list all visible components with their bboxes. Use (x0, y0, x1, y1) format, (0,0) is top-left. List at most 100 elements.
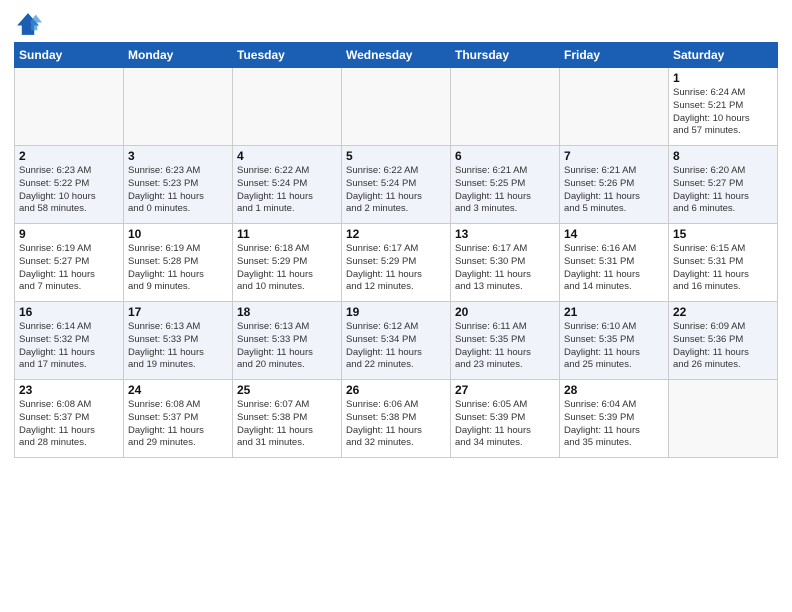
week-row-4: 16 Sunrise: 6:14 AM Sunset: 5:32 PM Dayli… (15, 302, 778, 380)
calendar-cell: 16 Sunrise: 6:14 AM Sunset: 5:32 PM Dayli… (15, 302, 124, 380)
week-row-1: 1 Sunrise: 6:24 AM Sunset: 5:21 PM Daylig… (15, 68, 778, 146)
day-info: Sunrise: 6:08 AM Sunset: 5:37 PM Dayligh… (19, 399, 119, 450)
day-number: 2 (19, 149, 119, 163)
day-info: Sunrise: 6:14 AM Sunset: 5:32 PM Dayligh… (19, 321, 119, 372)
week-row-5: 23 Sunrise: 6:08 AM Sunset: 5:37 PM Dayli… (15, 380, 778, 458)
day-number: 12 (346, 227, 446, 241)
day-info: Sunrise: 6:10 AM Sunset: 5:35 PM Dayligh… (564, 321, 664, 372)
weekday-friday: Friday (560, 43, 669, 68)
weekday-saturday: Saturday (669, 43, 778, 68)
day-number: 14 (564, 227, 664, 241)
day-number: 11 (237, 227, 337, 241)
day-number: 24 (128, 383, 228, 397)
day-info: Sunrise: 6:20 AM Sunset: 5:27 PM Dayligh… (673, 165, 773, 216)
calendar-cell: 1 Sunrise: 6:24 AM Sunset: 5:21 PM Daylig… (669, 68, 778, 146)
day-info: Sunrise: 6:13 AM Sunset: 5:33 PM Dayligh… (128, 321, 228, 372)
day-number: 19 (346, 305, 446, 319)
calendar-cell (342, 68, 451, 146)
calendar-cell: 7 Sunrise: 6:21 AM Sunset: 5:26 PM Daylig… (560, 146, 669, 224)
weekday-thursday: Thursday (451, 43, 560, 68)
calendar-cell: 12 Sunrise: 6:17 AM Sunset: 5:29 PM Dayli… (342, 224, 451, 302)
week-row-3: 9 Sunrise: 6:19 AM Sunset: 5:27 PM Daylig… (15, 224, 778, 302)
day-number: 5 (346, 149, 446, 163)
calendar-cell: 2 Sunrise: 6:23 AM Sunset: 5:22 PM Daylig… (15, 146, 124, 224)
day-number: 25 (237, 383, 337, 397)
day-info: Sunrise: 6:23 AM Sunset: 5:22 PM Dayligh… (19, 165, 119, 216)
day-info: Sunrise: 6:19 AM Sunset: 5:27 PM Dayligh… (19, 243, 119, 294)
day-info: Sunrise: 6:08 AM Sunset: 5:37 PM Dayligh… (128, 399, 228, 450)
calendar-cell: 17 Sunrise: 6:13 AM Sunset: 5:33 PM Dayli… (124, 302, 233, 380)
day-number: 16 (19, 305, 119, 319)
day-number: 20 (455, 305, 555, 319)
week-row-2: 2 Sunrise: 6:23 AM Sunset: 5:22 PM Daylig… (15, 146, 778, 224)
day-number: 21 (564, 305, 664, 319)
day-number: 6 (455, 149, 555, 163)
day-number: 7 (564, 149, 664, 163)
day-number: 8 (673, 149, 773, 163)
calendar-cell: 24 Sunrise: 6:08 AM Sunset: 5:37 PM Dayli… (124, 380, 233, 458)
weekday-monday: Monday (124, 43, 233, 68)
day-info: Sunrise: 6:24 AM Sunset: 5:21 PM Dayligh… (673, 87, 773, 138)
calendar-cell: 21 Sunrise: 6:10 AM Sunset: 5:35 PM Dayli… (560, 302, 669, 380)
calendar-cell: 20 Sunrise: 6:11 AM Sunset: 5:35 PM Dayli… (451, 302, 560, 380)
day-info: Sunrise: 6:17 AM Sunset: 5:30 PM Dayligh… (455, 243, 555, 294)
day-number: 9 (19, 227, 119, 241)
day-number: 15 (673, 227, 773, 241)
day-number: 3 (128, 149, 228, 163)
day-number: 10 (128, 227, 228, 241)
calendar-cell: 4Sunrise: 6:22 AM Sunset: 5:24 PM Daylig… (233, 146, 342, 224)
calendar-cell: 15 Sunrise: 6:15 AM Sunset: 5:31 PM Dayli… (669, 224, 778, 302)
day-number: 1 (673, 71, 773, 85)
calendar-cell: 6 Sunrise: 6:21 AM Sunset: 5:25 PM Daylig… (451, 146, 560, 224)
calendar-cell: 18 Sunrise: 6:13 AM Sunset: 5:33 PM Dayli… (233, 302, 342, 380)
calendar-cell: 28 Sunrise: 6:04 AM Sunset: 5:39 PM Dayli… (560, 380, 669, 458)
day-number: 28 (564, 383, 664, 397)
day-info: Sunrise: 6:18 AM Sunset: 5:29 PM Dayligh… (237, 243, 337, 294)
day-info: Sunrise: 6:23 AM Sunset: 5:23 PM Dayligh… (128, 165, 228, 216)
calendar-cell (669, 380, 778, 458)
day-info: Sunrise: 6:06 AM Sunset: 5:38 PM Dayligh… (346, 399, 446, 450)
weekday-wednesday: Wednesday (342, 43, 451, 68)
day-number: 13 (455, 227, 555, 241)
calendar-cell (124, 68, 233, 146)
day-info: Sunrise: 6:12 AM Sunset: 5:34 PM Dayligh… (346, 321, 446, 372)
day-info: Sunrise: 6:13 AM Sunset: 5:33 PM Dayligh… (237, 321, 337, 372)
day-number: 26 (346, 383, 446, 397)
calendar-cell: 25 Sunrise: 6:07 AM Sunset: 5:38 PM Dayli… (233, 380, 342, 458)
calendar-cell: 19 Sunrise: 6:12 AM Sunset: 5:34 PM Dayli… (342, 302, 451, 380)
calendar-cell (15, 68, 124, 146)
day-info: Sunrise: 6:15 AM Sunset: 5:31 PM Dayligh… (673, 243, 773, 294)
calendar-cell: 5Sunrise: 6:22 AM Sunset: 5:24 PM Daylig… (342, 146, 451, 224)
calendar-cell (560, 68, 669, 146)
calendar-cell: 23 Sunrise: 6:08 AM Sunset: 5:37 PM Dayli… (15, 380, 124, 458)
header (14, 10, 778, 38)
day-number: 22 (673, 305, 773, 319)
day-number: 17 (128, 305, 228, 319)
day-info: Sunrise: 6:21 AM Sunset: 5:25 PM Dayligh… (455, 165, 555, 216)
day-info: Sunrise: 6:07 AM Sunset: 5:38 PM Dayligh… (237, 399, 337, 450)
calendar-cell (451, 68, 560, 146)
calendar-cell: 8 Sunrise: 6:20 AM Sunset: 5:27 PM Daylig… (669, 146, 778, 224)
calendar-cell (233, 68, 342, 146)
day-info: Sunrise: 6:05 AM Sunset: 5:39 PM Dayligh… (455, 399, 555, 450)
calendar-cell: 27 Sunrise: 6:05 AM Sunset: 5:39 PM Dayli… (451, 380, 560, 458)
day-info: Sunrise: 6:19 AM Sunset: 5:28 PM Dayligh… (128, 243, 228, 294)
day-info: Sunrise: 6:17 AM Sunset: 5:29 PM Dayligh… (346, 243, 446, 294)
day-info: Sunrise: 6:11 AM Sunset: 5:35 PM Dayligh… (455, 321, 555, 372)
weekday-tuesday: Tuesday (233, 43, 342, 68)
day-number: 27 (455, 383, 555, 397)
calendar-cell: 22Sunrise: 6:09 AM Sunset: 5:36 PM Dayli… (669, 302, 778, 380)
weekday-sunday: Sunday (15, 43, 124, 68)
day-number: 18 (237, 305, 337, 319)
day-info: Sunrise: 6:21 AM Sunset: 5:26 PM Dayligh… (564, 165, 664, 216)
logo (14, 10, 46, 38)
calendar-cell: 14 Sunrise: 6:16 AM Sunset: 5:31 PM Dayli… (560, 224, 669, 302)
calendar-cell: 13 Sunrise: 6:17 AM Sunset: 5:30 PM Dayli… (451, 224, 560, 302)
weekday-header-row: SundayMondayTuesdayWednesdayThursdayFrid… (15, 43, 778, 68)
day-info: Sunrise: 6:04 AM Sunset: 5:39 PM Dayligh… (564, 399, 664, 450)
day-info: Sunrise: 6:16 AM Sunset: 5:31 PM Dayligh… (564, 243, 664, 294)
calendar-table: SundayMondayTuesdayWednesdayThursdayFrid… (14, 42, 778, 458)
day-number: 23 (19, 383, 119, 397)
day-info: Sunrise: 6:22 AM Sunset: 5:24 PM Dayligh… (237, 165, 337, 216)
calendar-cell: 3 Sunrise: 6:23 AM Sunset: 5:23 PM Daylig… (124, 146, 233, 224)
